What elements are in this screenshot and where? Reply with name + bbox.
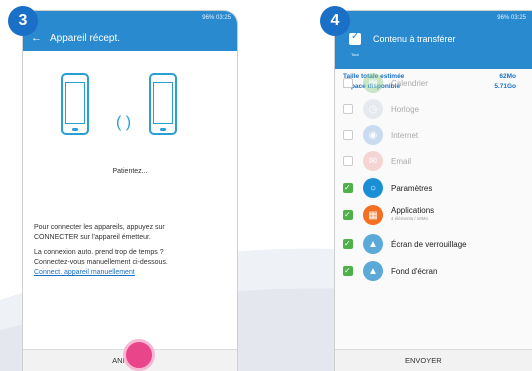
back-arrow-icon[interactable]: ← bbox=[31, 32, 42, 44]
item-checkbox[interactable] bbox=[343, 130, 353, 140]
header: ▪ ▪ 96% 03:25 Contenu à transférer Tout bbox=[335, 11, 532, 69]
clock-text: 03:25 bbox=[215, 15, 231, 21]
list-item[interactable]: ◷ Horloge bbox=[335, 98, 532, 120]
list-item[interactable]: ▦ Calendrier bbox=[335, 72, 532, 94]
instruction-manual: La connexion auto. prend trop de temps ?… bbox=[34, 249, 168, 276]
item-label: Internet bbox=[391, 130, 419, 140]
battery-text: 96% bbox=[497, 15, 510, 21]
phone-device-icon bbox=[149, 73, 177, 135]
content: ( ) Patientez... Pour connecter les appa… bbox=[23, 51, 237, 349]
status-right: 96% 03:25 bbox=[497, 15, 526, 21]
header: ▪ ▪ 96% 03:25 ← Appareil récept. bbox=[23, 11, 237, 51]
item-checkbox[interactable] bbox=[343, 156, 353, 166]
item-label: Fond d'écran bbox=[391, 266, 438, 276]
item-checkbox[interactable] bbox=[343, 104, 353, 114]
apps-icon: ▦ bbox=[363, 205, 383, 225]
item-checkbox[interactable] bbox=[343, 78, 353, 88]
tap-indicator bbox=[123, 339, 155, 371]
settings-icon: ○ bbox=[363, 178, 383, 198]
status-bar: ▪ ▪ 96% 03:25 bbox=[23, 11, 237, 25]
list-item[interactable]: ✉ Email bbox=[335, 150, 532, 172]
list-item[interactable]: ▲ Fond d'écran bbox=[335, 260, 532, 282]
phone-sender: ▪ ▪ 96% 03:25 Contenu à transférer Tout … bbox=[334, 10, 532, 371]
step-badge-4: 4 bbox=[320, 6, 350, 36]
item-label: Horloge bbox=[391, 104, 420, 114]
calendar-icon: ▦ bbox=[363, 73, 383, 93]
email-icon: ✉ bbox=[363, 151, 383, 171]
list-item[interactable]: ▦ Applications4 éléments / 16Mo bbox=[335, 204, 532, 226]
item-checkbox[interactable] bbox=[343, 266, 353, 276]
status-bar: ▪ ▪ 96% 03:25 bbox=[335, 11, 532, 25]
phone-device-icon bbox=[61, 73, 89, 135]
status-right: 96% 03:25 bbox=[202, 15, 231, 21]
list-item[interactable]: ○ Paramètres bbox=[335, 177, 532, 199]
waiting-text: Patientez... bbox=[112, 168, 148, 175]
clock-text: 03:25 bbox=[510, 15, 526, 21]
battery-text: 96% bbox=[202, 15, 215, 21]
item-checkbox[interactable] bbox=[343, 210, 353, 220]
item-checkbox[interactable] bbox=[343, 239, 353, 249]
item-label: Paramètres bbox=[391, 183, 433, 193]
item-label: Écran de verrouillage bbox=[391, 239, 467, 249]
globe-icon: ◉ bbox=[363, 125, 383, 145]
wallpaper-icon: ▲ bbox=[363, 261, 383, 281]
send-button[interactable]: ENVOYER bbox=[335, 349, 532, 371]
lockscreen-icon: ▲ bbox=[363, 234, 383, 254]
select-all-label: Tout bbox=[351, 52, 359, 57]
item-label: Email bbox=[391, 156, 412, 166]
item-checkbox[interactable] bbox=[343, 183, 353, 193]
title-bar: Contenu à transférer bbox=[335, 25, 532, 53]
item-sublabel: 4 éléments / 16Mo bbox=[391, 216, 429, 221]
loading-spinner-icon: ( ) bbox=[116, 114, 132, 131]
manual-connect-link[interactable]: Connect. appareil manuellement bbox=[34, 269, 135, 276]
page-title: Appareil récept. bbox=[50, 32, 121, 44]
item-label: Applications bbox=[391, 206, 435, 215]
title-bar: ← Appareil récept. bbox=[23, 25, 237, 51]
item-label: Calendrier bbox=[391, 78, 428, 88]
list-item[interactable]: ▲ Écran de verrouillage bbox=[335, 233, 532, 255]
page-title: Contenu à transférer bbox=[373, 34, 456, 44]
select-all-checkbox[interactable] bbox=[349, 31, 361, 45]
clock-icon: ◷ bbox=[363, 99, 383, 119]
list-item[interactable]: ◉ Internet bbox=[335, 124, 532, 146]
phone-receiver: ▪ ▪ 96% 03:25 ← Appareil récept. ( ) Pat… bbox=[22, 10, 238, 371]
step-badge-3: 3 bbox=[8, 6, 38, 36]
instruction-connect: Pour connecter les appareils, appuyez su… bbox=[34, 224, 165, 241]
